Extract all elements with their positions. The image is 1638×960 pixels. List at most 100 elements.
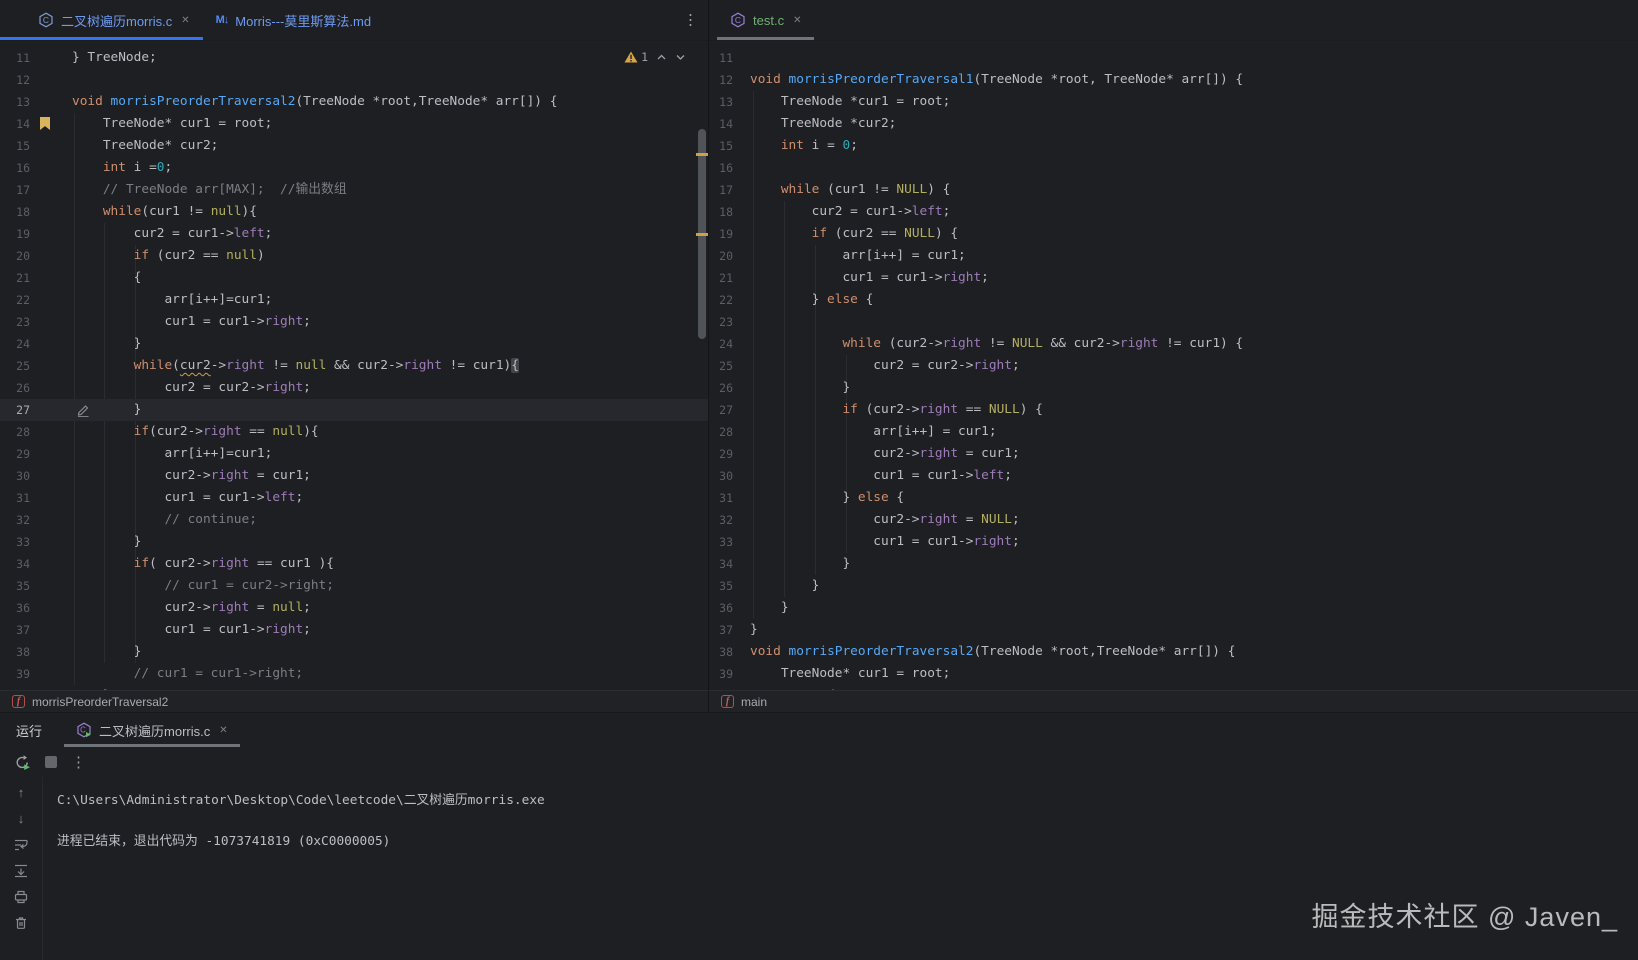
line-number[interactable]: 18 xyxy=(709,201,733,223)
line-number[interactable]: 23 xyxy=(709,311,733,333)
line-number[interactable]: 27 xyxy=(0,399,30,421)
line-number[interactable]: 38 xyxy=(0,641,30,663)
code-line[interactable]: 34 } xyxy=(709,553,1638,575)
clear-all-icon[interactable] xyxy=(13,915,29,931)
tab-test-c[interactable]: C test.c ✕ xyxy=(717,0,814,40)
line-number[interactable]: 33 xyxy=(709,531,733,553)
line-number[interactable]: 11 xyxy=(0,47,30,69)
code-line[interactable]: 13void morrisPreorderTraversal2(TreeNode… xyxy=(0,91,708,113)
line-number[interactable]: 29 xyxy=(0,443,30,465)
line-number[interactable]: 19 xyxy=(0,223,30,245)
line-number[interactable]: 25 xyxy=(0,355,30,377)
line-number[interactable]: 24 xyxy=(0,333,30,355)
line-number[interactable]: 27 xyxy=(709,399,733,421)
line-number[interactable]: 31 xyxy=(0,487,30,509)
line-number[interactable]: 37 xyxy=(709,619,733,641)
left-code-editor[interactable]: 1 11} TreeNode;1213void morrisPreorderTr… xyxy=(0,41,708,690)
soft-wrap-icon[interactable] xyxy=(13,837,29,853)
line-number[interactable]: 24 xyxy=(709,333,733,355)
tab-morris-md[interactable]: M↓ Morris---莫里斯算法.md xyxy=(203,0,384,40)
line-number[interactable]: 39 xyxy=(0,663,30,685)
line-number[interactable]: 22 xyxy=(0,289,30,311)
line-number[interactable]: 33 xyxy=(0,531,30,553)
code-line[interactable]: 14 TreeNode *cur2; xyxy=(709,113,1638,135)
line-number[interactable]: 31 xyxy=(709,487,733,509)
line-number[interactable]: 28 xyxy=(0,421,30,443)
breadcrumb[interactable]: morrisPreorderTraversal2 xyxy=(32,695,168,709)
code-line[interactable]: 35 } xyxy=(709,575,1638,597)
code-line[interactable]: 17 // TreeNode arr[MAX]; //输出数组 xyxy=(0,179,708,201)
line-number[interactable]: 16 xyxy=(709,157,733,179)
line-number[interactable]: 13 xyxy=(0,91,30,113)
close-icon[interactable]: ✕ xyxy=(793,15,801,26)
rerun-icon[interactable] xyxy=(14,754,31,771)
line-number[interactable]: 15 xyxy=(709,135,733,157)
code-line[interactable]: 11} TreeNode; xyxy=(0,47,708,69)
bookmark-icon[interactable] xyxy=(40,117,50,130)
line-number[interactable]: 20 xyxy=(0,245,30,267)
line-number[interactable]: 15 xyxy=(0,135,30,157)
code-line[interactable]: 40 } xyxy=(0,685,708,690)
code-line[interactable]: 25 cur2 = cur2->right; xyxy=(709,355,1638,377)
up-stack-trace-icon[interactable]: ↑ xyxy=(18,785,25,801)
line-number[interactable]: 19 xyxy=(709,223,733,245)
code-line[interactable]: 32 cur2->right = NULL; xyxy=(709,509,1638,531)
line-number[interactable]: 32 xyxy=(709,509,733,531)
code-line[interactable]: 29 cur2->right = cur1; xyxy=(709,443,1638,465)
code-line[interactable]: 32 // continue; xyxy=(0,509,708,531)
code-line[interactable]: 24 } xyxy=(0,333,708,355)
code-line[interactable]: 34 if( cur2->right == cur1 ){ xyxy=(0,553,708,575)
down-stack-trace-icon[interactable]: ↓ xyxy=(18,811,25,827)
code-line[interactable]: 21 cur1 = cur1->right; xyxy=(709,267,1638,289)
code-line[interactable]: 28 if(cur2->right == null){ xyxy=(0,421,708,443)
code-line[interactable]: 26 } xyxy=(709,377,1638,399)
line-number[interactable]: 36 xyxy=(709,597,733,619)
line-number[interactable]: 34 xyxy=(709,553,733,575)
line-number[interactable]: 38 xyxy=(709,641,733,663)
line-number[interactable]: 40 xyxy=(0,685,30,690)
code-line[interactable]: 22 arr[i++]=cur1; xyxy=(0,289,708,311)
line-number[interactable]: 35 xyxy=(709,575,733,597)
code-line[interactable]: 25 while(cur2->right != null && cur2->ri… xyxy=(0,355,708,377)
scroll-to-end-icon[interactable] xyxy=(13,863,29,879)
line-number[interactable]: 16 xyxy=(0,157,30,179)
line-number[interactable]: 36 xyxy=(0,597,30,619)
line-number[interactable]: 18 xyxy=(0,201,30,223)
code-line[interactable]: 14 TreeNode* cur1 = root; xyxy=(0,113,708,135)
line-number[interactable]: 14 xyxy=(0,113,30,135)
code-line[interactable]: 12void morrisPreorderTraversal1(TreeNode… xyxy=(709,69,1638,91)
code-line[interactable]: 27 } xyxy=(0,399,708,421)
code-line[interactable]: 30 cur1 = cur1->left; xyxy=(709,465,1638,487)
line-number[interactable]: 29 xyxy=(709,443,733,465)
code-line[interactable]: 16 int i =0; xyxy=(0,157,708,179)
line-number[interactable]: 37 xyxy=(0,619,30,641)
code-line[interactable]: 39 TreeNode* cur1 = root; xyxy=(709,663,1638,685)
intention-pen-icon[interactable] xyxy=(76,403,90,417)
code-line[interactable]: 23 xyxy=(709,311,1638,333)
code-line[interactable]: 38 } xyxy=(0,641,708,663)
line-number[interactable]: 40 xyxy=(709,685,733,690)
stop-icon[interactable] xyxy=(45,756,57,768)
code-line[interactable]: 37} xyxy=(709,619,1638,641)
code-line[interactable]: 15 TreeNode* cur2; xyxy=(0,135,708,157)
line-number[interactable]: 20 xyxy=(709,245,733,267)
code-line[interactable]: 16 xyxy=(709,157,1638,179)
code-line[interactable]: 27 if (cur2->right == NULL) { xyxy=(709,399,1638,421)
code-line[interactable]: 12 xyxy=(0,69,708,91)
code-line[interactable]: 21 { xyxy=(0,267,708,289)
code-line[interactable]: 17 while (cur1 != NULL) { xyxy=(709,179,1638,201)
code-line[interactable]: 35 // cur1 = cur2->right; xyxy=(0,575,708,597)
line-number[interactable]: 17 xyxy=(0,179,30,201)
line-number[interactable]: 34 xyxy=(0,553,30,575)
code-line[interactable]: 19 if (cur2 == NULL) { xyxy=(709,223,1638,245)
right-code-editor[interactable]: 1112void morrisPreorderTraversal1(TreeNo… xyxy=(709,41,1638,690)
line-number[interactable]: 14 xyxy=(709,113,733,135)
code-line[interactable]: 39 // cur1 = cur1->right; xyxy=(0,663,708,685)
code-line[interactable]: 11 xyxy=(709,47,1638,69)
code-line[interactable]: 15 int i = 0; xyxy=(709,135,1638,157)
code-line[interactable]: 29 arr[i++]=cur1; xyxy=(0,443,708,465)
code-line[interactable]: 19 cur2 = cur1->left; xyxy=(0,223,708,245)
code-line[interactable]: 33 cur1 = cur1->right; xyxy=(709,531,1638,553)
code-line[interactable]: 36 cur2->right = null; xyxy=(0,597,708,619)
line-number[interactable]: 12 xyxy=(0,69,30,91)
